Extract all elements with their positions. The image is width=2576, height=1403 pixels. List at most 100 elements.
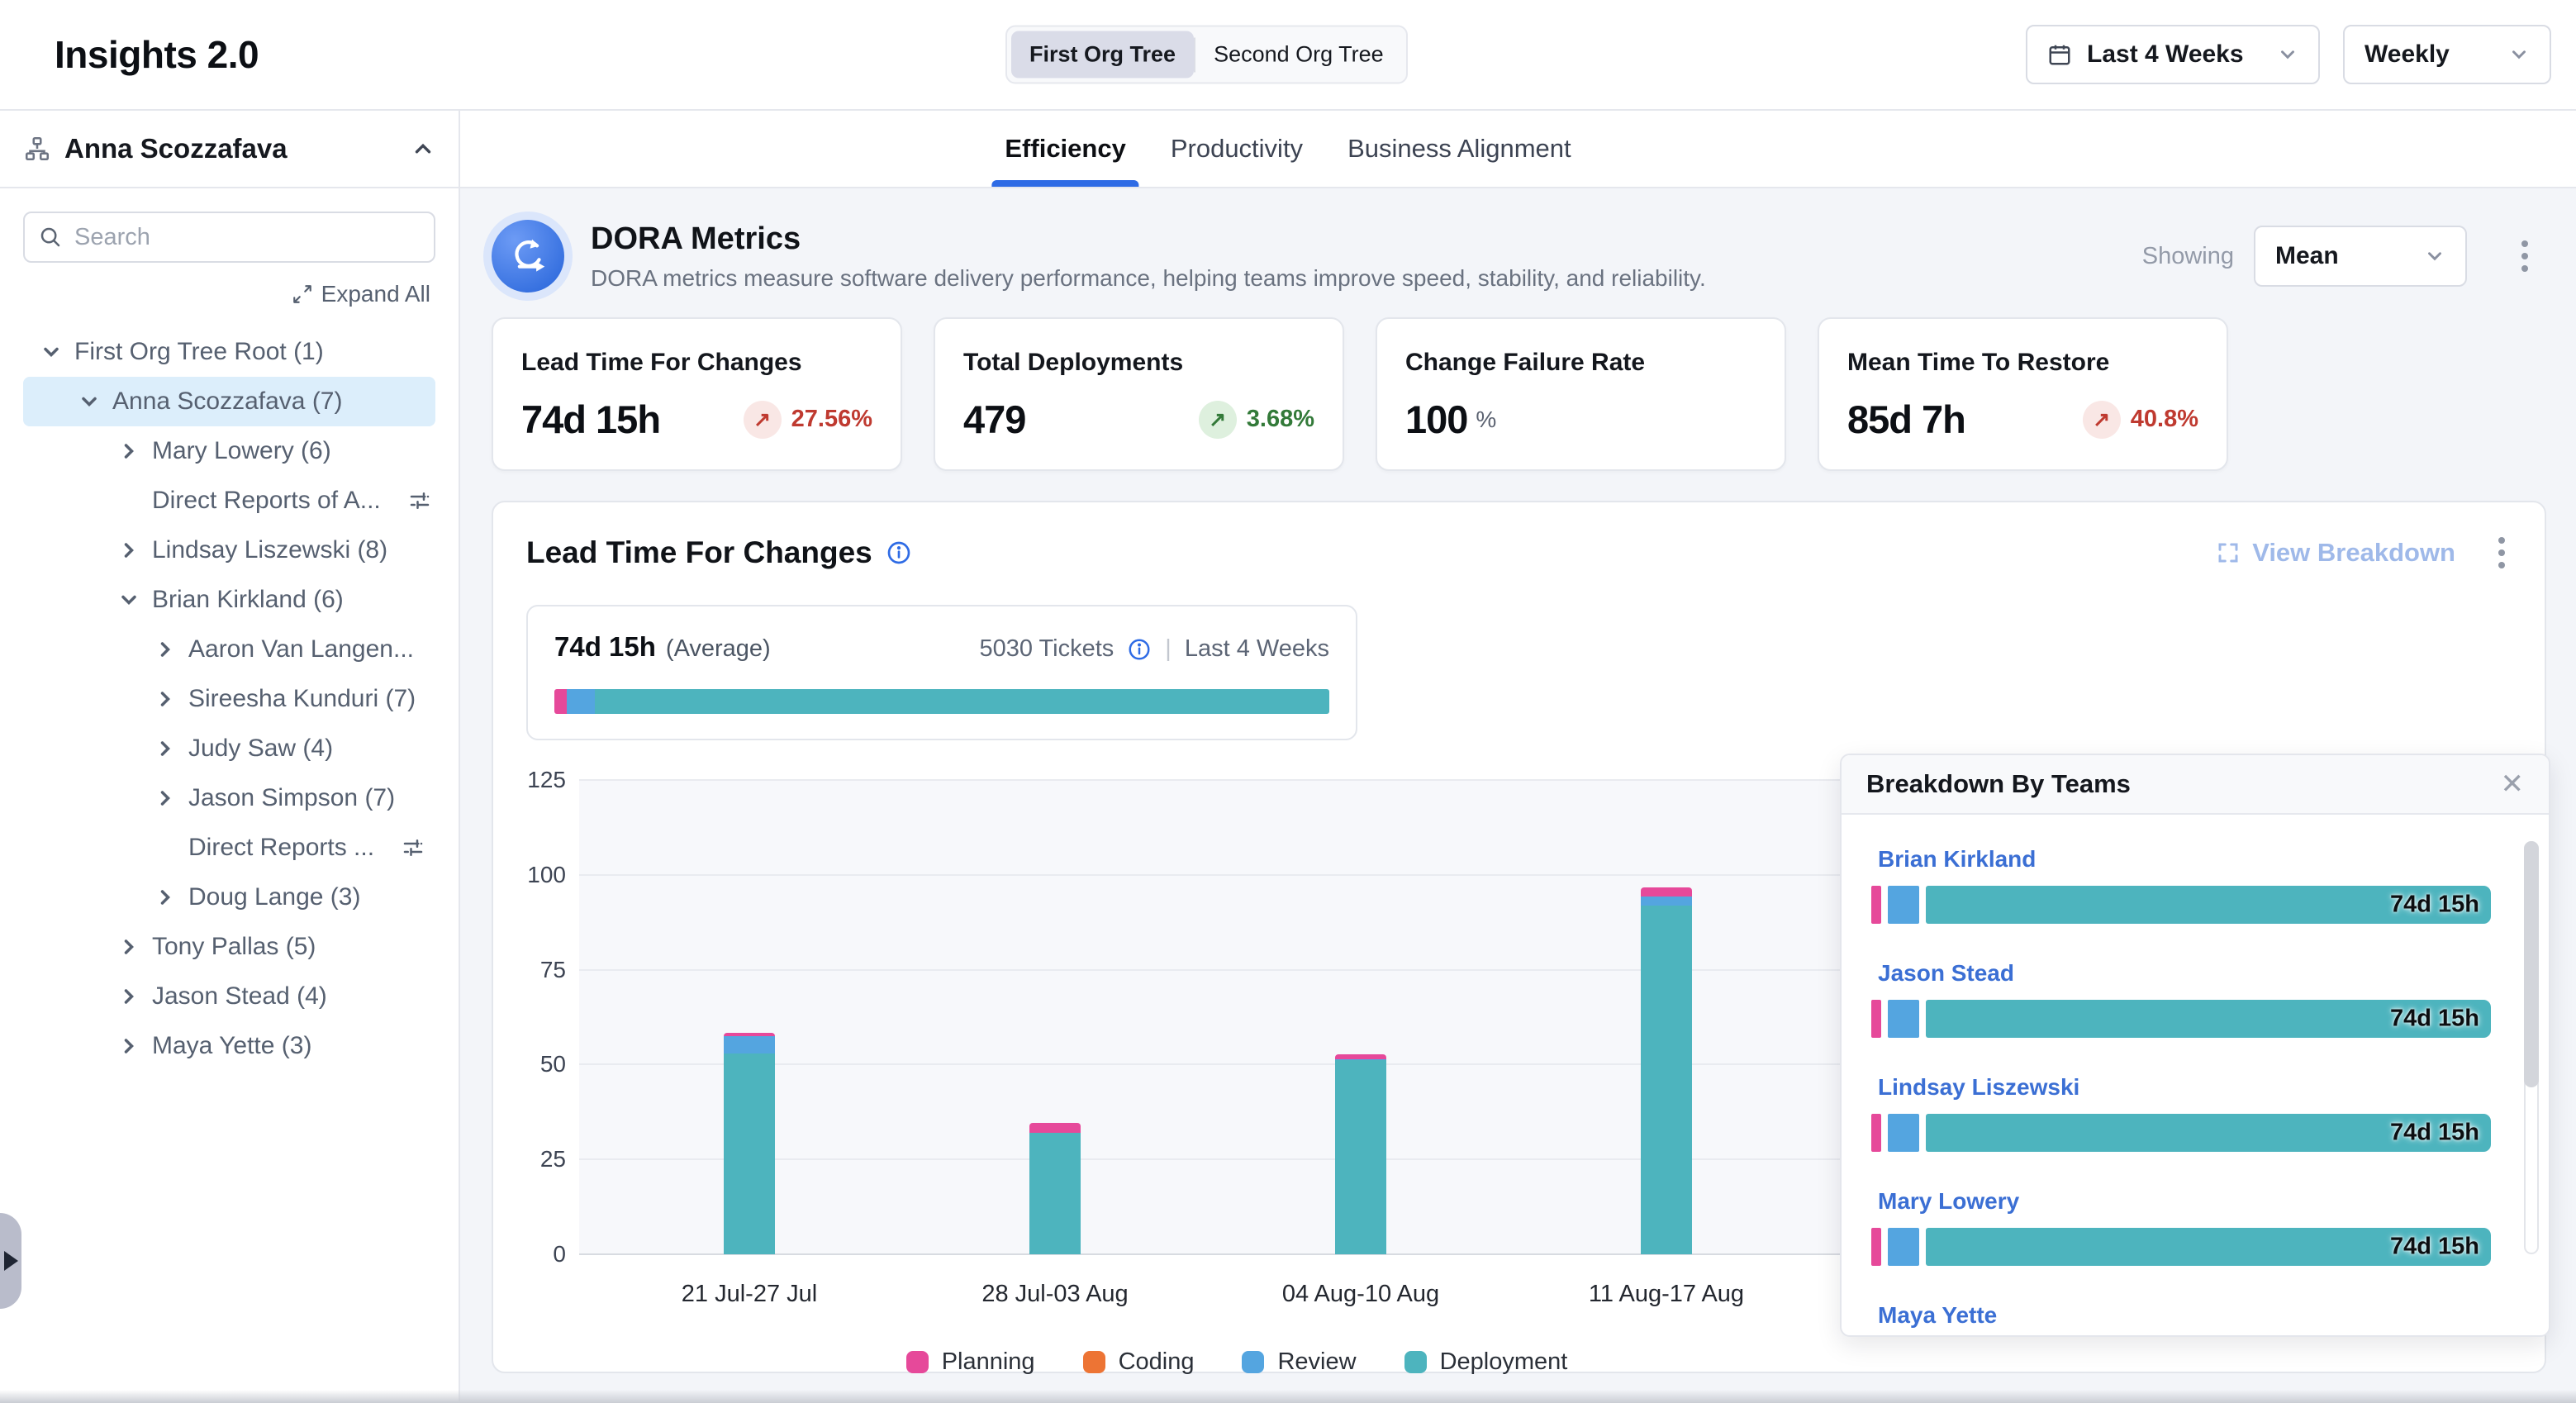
- legend-item-coding[interactable]: Coding: [1083, 1348, 1195, 1376]
- search-icon: [38, 225, 63, 250]
- metric-card-lead-time-for-changes: Lead Time For Changes 74d 15h ↗ 27.56%: [492, 317, 902, 471]
- bar-segment-review: [1888, 886, 1919, 924]
- granularity-select[interactable]: Weekly: [2343, 25, 2551, 84]
- breakdown-row-maya-yette: Maya Yette 74d 15h: [1871, 1302, 2491, 1337]
- legend-item-deployment[interactable]: Deployment: [1404, 1348, 1568, 1376]
- tree-item-anna-scozzafava-7[interactable]: Anna Scozzafava (7): [23, 377, 435, 426]
- top-bar: Insights 2.0 First Org Tree Second Org T…: [0, 0, 2576, 111]
- expand-all-button[interactable]: Expand All: [23, 281, 430, 307]
- bar-segment-review: [724, 1036, 775, 1053]
- info-icon[interactable]: [886, 540, 912, 566]
- tree-item-judy-saw-4[interactable]: Judy Saw (4): [23, 724, 435, 773]
- metric-value: 479: [963, 397, 1025, 442]
- team-link[interactable]: Mary Lowery: [1878, 1188, 2491, 1215]
- date-range-select[interactable]: Last 4 Weeks: [2026, 25, 2320, 84]
- chevron-right-icon[interactable]: [154, 638, 177, 661]
- delta-badge: ↗ 3.68%: [1199, 401, 1314, 439]
- tab-bar: Efficiency Productivity Business Alignme…: [460, 111, 2576, 188]
- chevron-right-icon[interactable]: [154, 787, 177, 810]
- chevron-right-icon[interactable]: [117, 539, 140, 562]
- chevron-down-icon[interactable]: [117, 588, 140, 611]
- tree-item-label: First Org Tree Root (1): [74, 338, 324, 366]
- search-input[interactable]: [74, 224, 421, 251]
- y-axis-tick-label: 50: [526, 1051, 566, 1077]
- metric-card-change-failure-rate: Change Failure Rate 100 %: [1376, 317, 1786, 471]
- legend-item-review[interactable]: Review: [1242, 1348, 1356, 1376]
- tree-item-brian-kirkland-6[interactable]: Brian Kirkland (6): [23, 575, 435, 625]
- team-value: 74d 15h: [2390, 1120, 2479, 1147]
- tab-business-alignment[interactable]: Business Alignment: [1347, 111, 1571, 187]
- first-org-tree-button[interactable]: First Org Tree: [1011, 31, 1194, 78]
- bar-21-jul-27-jul[interactable]: [724, 1033, 775, 1254]
- chevron-up-icon[interactable]: [411, 136, 435, 161]
- lead-time-menu-button[interactable]: [2492, 530, 2512, 575]
- scrollbar-thumb[interactable]: [2524, 841, 2539, 1087]
- chevron-right-icon[interactable]: [117, 440, 140, 463]
- breakdown-scrollbar[interactable]: [2524, 841, 2539, 1254]
- dora-titles: DORA Metrics DORA metrics measure softwa…: [591, 221, 1706, 292]
- tab-efficiency[interactable]: Efficiency: [1005, 111, 1125, 187]
- y-axis-tick-label: 125: [526, 767, 566, 793]
- tree-item-direct-reports[interactable]: Direct Reports ...: [23, 823, 435, 873]
- legend-swatch: [1242, 1351, 1264, 1373]
- info-icon[interactable]: [1127, 637, 1152, 662]
- tree-item-tony-pallas-5[interactable]: Tony Pallas (5): [23, 922, 435, 972]
- gridline: [579, 969, 1894, 971]
- chevron-right-icon[interactable]: [154, 687, 177, 711]
- tab-productivity[interactable]: Productivity: [1171, 111, 1303, 187]
- metric-value: 100: [1405, 397, 1467, 442]
- bar-28-jul-03-aug[interactable]: [1029, 1123, 1081, 1254]
- tree-item-mary-lowery-6[interactable]: Mary Lowery (6): [23, 426, 435, 476]
- team-link[interactable]: Jason Stead: [1878, 960, 2491, 987]
- team-link[interactable]: Maya Yette: [1878, 1302, 2491, 1329]
- chevron-right-icon[interactable]: [117, 935, 140, 958]
- filter-sliders-icon[interactable]: [401, 835, 425, 860]
- bar-11-aug-17-aug[interactable]: [1641, 887, 1692, 1254]
- chevron-right-icon[interactable]: [117, 985, 140, 1008]
- avg-bar-segment-deployment: [595, 689, 1329, 714]
- x-axis-tick-label: 04 Aug-10 Aug: [1229, 1281, 1493, 1308]
- sidebar-header[interactable]: Anna Scozzafava: [0, 111, 459, 188]
- close-icon[interactable]: ✕: [2501, 770, 2525, 798]
- team-link[interactable]: Brian Kirkland: [1878, 846, 2491, 873]
- chevron-right-icon[interactable]: [154, 737, 177, 760]
- tree-item-lindsay-liszewski-8[interactable]: Lindsay Liszewski (8): [23, 526, 435, 575]
- chart-plot-area: [579, 780, 1894, 1254]
- chevron-right-icon[interactable]: [117, 1034, 140, 1058]
- chevron-down-icon[interactable]: [78, 390, 101, 413]
- tree-item-aaron-van-langen[interactable]: Aaron Van Langen...: [23, 625, 435, 674]
- aggregation-select[interactable]: Mean: [2254, 226, 2467, 287]
- dora-menu-button[interactable]: [2515, 234, 2535, 278]
- tree-item-jason-simpson-7[interactable]: Jason Simpson (7): [23, 773, 435, 823]
- chevron-right-icon[interactable]: [154, 886, 177, 909]
- tree-item-direct-reports-of-a[interactable]: Direct Reports of A...: [23, 476, 435, 526]
- bar-04-aug-10-aug[interactable]: [1335, 1054, 1386, 1254]
- dora-header: DORA Metrics DORA metrics measure softwa…: [492, 220, 2546, 292]
- tree-item-maya-yette-3[interactable]: Maya Yette (3): [23, 1021, 435, 1071]
- tree-item-label: Tony Pallas (5): [152, 933, 316, 961]
- chevron-down-icon[interactable]: [40, 340, 63, 364]
- view-breakdown-button[interactable]: View Breakdown: [2216, 538, 2455, 568]
- x-axis-tick-label: 21 Jul-27 Jul: [617, 1281, 882, 1308]
- metric-title: Lead Time For Changes: [521, 349, 872, 377]
- metric-card-total-deployments: Total Deployments 479 ↗ 3.68%: [934, 317, 1344, 471]
- sidebar-collapse-handle[interactable]: [0, 1213, 21, 1309]
- metric-cards: Lead Time For Changes 74d 15h ↗ 27.56% T…: [492, 317, 2546, 471]
- view-breakdown-label: View Breakdown: [2252, 538, 2455, 568]
- tree-item-doug-lange-3[interactable]: Doug Lange (3): [23, 873, 435, 922]
- second-org-tree-button[interactable]: Second Org Tree: [1195, 31, 1402, 78]
- metric-value: 74d 15h: [521, 397, 660, 442]
- team-link[interactable]: Lindsay Liszewski: [1878, 1074, 2491, 1101]
- tree-item-label: Sireesha Kunduri (7): [188, 685, 416, 713]
- delta-percent: 40.8%: [2131, 406, 2198, 433]
- legend-item-planning[interactable]: Planning: [906, 1348, 1035, 1376]
- fullscreen-icon: [2216, 540, 2241, 565]
- tree-item-first-org-tree-root-1[interactable]: First Org Tree Root (1): [23, 327, 435, 377]
- tree-item-sireesha-kunduri-7[interactable]: Sireesha Kunduri (7): [23, 674, 435, 724]
- tree-item-jason-stead-4[interactable]: Jason Stead (4): [23, 972, 435, 1021]
- bar-segment-review: [1888, 1114, 1919, 1152]
- main-content: DORA Metrics DORA metrics measure softwa…: [460, 188, 2576, 1401]
- main-area: Efficiency Productivity Business Alignme…: [460, 111, 2576, 1401]
- breakdown-row-mary-lowery: Mary Lowery 74d 15h: [1871, 1188, 2491, 1266]
- filter-sliders-icon[interactable]: [407, 488, 432, 513]
